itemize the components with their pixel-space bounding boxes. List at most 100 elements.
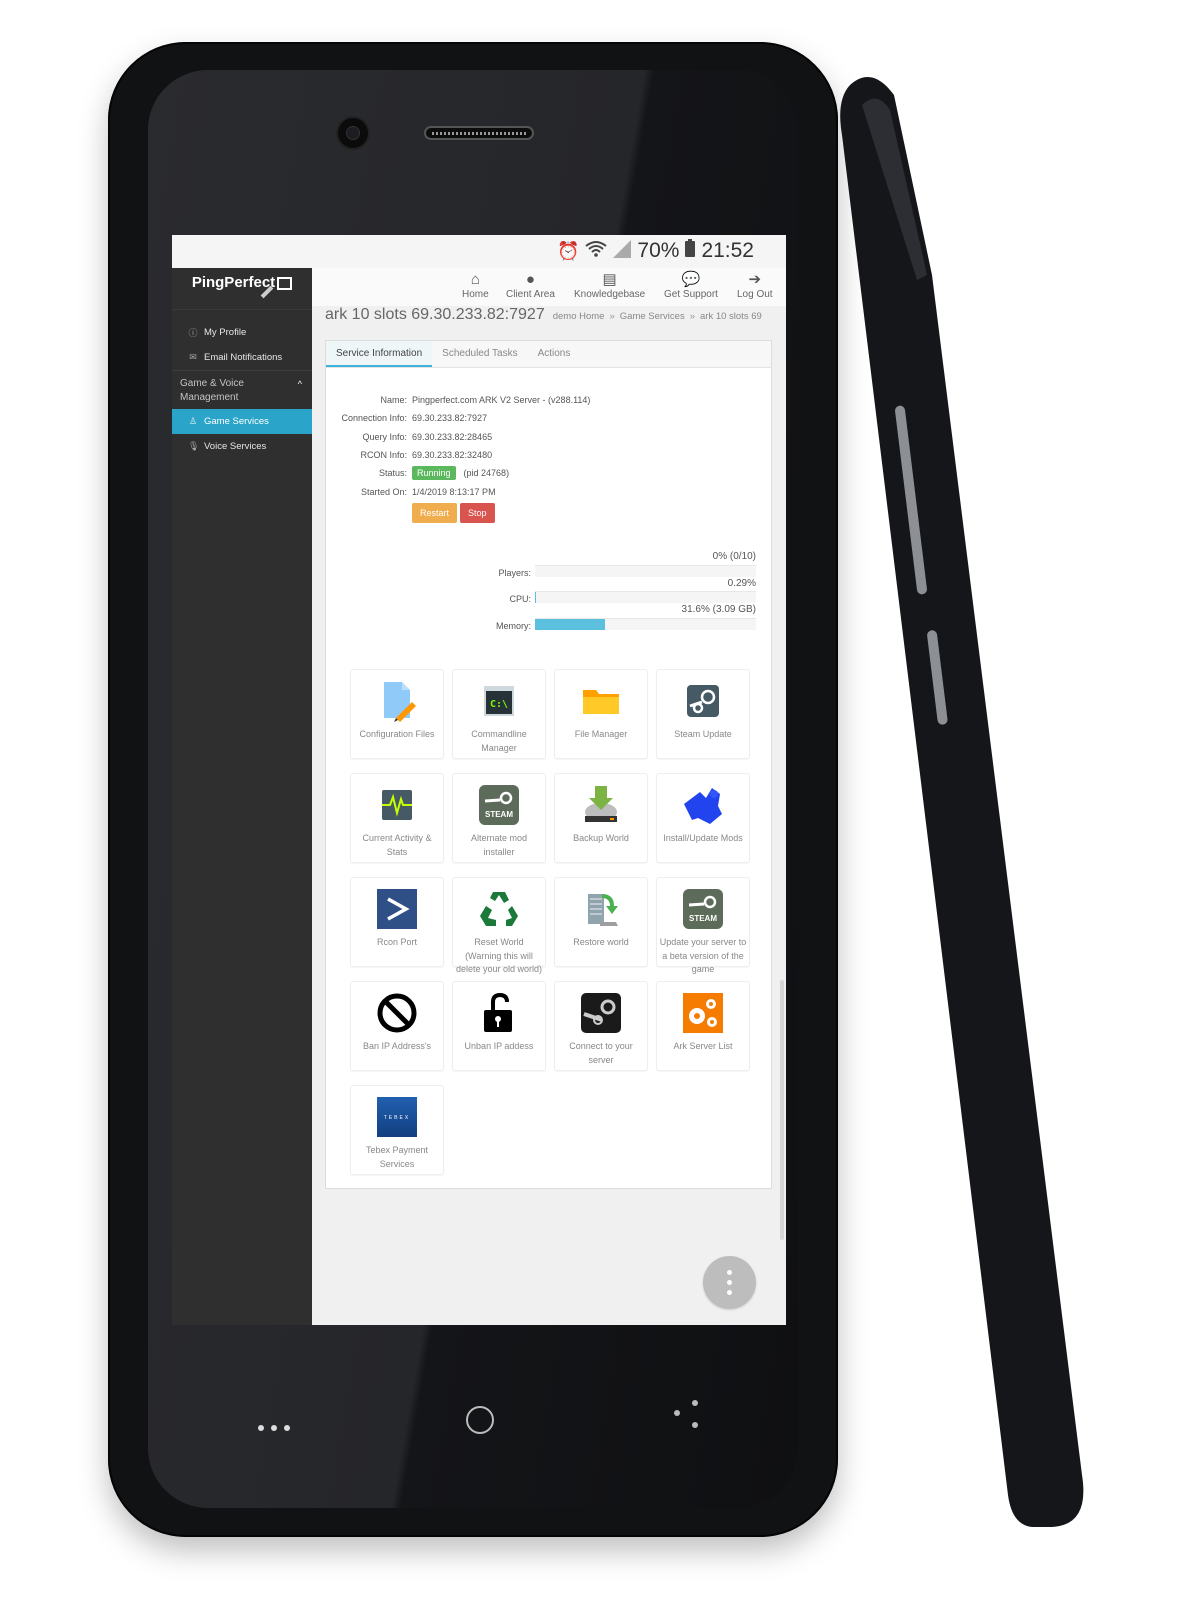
steam-icon: [682, 680, 724, 722]
tile-configuration-files[interactable]: Configuration Files: [350, 669, 444, 759]
chevron-up-icon: ^: [297, 379, 302, 389]
battery-icon: [685, 239, 696, 263]
tab-service-information[interactable]: Service Information: [326, 341, 433, 367]
sidebar-item-my-profile[interactable]: ⓘ My Profile: [172, 320, 312, 345]
cpu-progress-fill: [535, 592, 536, 603]
envelope-icon: ✉: [189, 352, 197, 362]
nav-client-area[interactable]: ● Client Area: [506, 271, 555, 300]
tile-alternate-mod-installer[interactable]: STEAM Alternate mod installer: [452, 773, 546, 863]
phone-side-view: [840, 77, 1084, 1527]
steam-badge-icon: STEAM: [682, 888, 724, 930]
players-progress-bar: [535, 564, 756, 577]
page-scrollbar[interactable]: [780, 980, 784, 1240]
terminal-icon: C:\: [478, 680, 520, 722]
breadcrumb-current: ark 10 slots 69: [700, 311, 762, 322]
chat-icon: 💬: [681, 271, 701, 288]
tile-connect-to-server[interactable]: Connect to your server: [554, 981, 648, 1071]
battery-percent: 70%: [637, 239, 680, 262]
tab-actions[interactable]: Actions: [528, 341, 581, 367]
sidebar-item-voice-services[interactable]: 🎙 Voice Services: [172, 434, 312, 459]
tile-unban-ip[interactable]: Unban IP addess: [452, 981, 546, 1071]
home-icon: ⌂: [470, 271, 480, 288]
page-title: ark 10 slots 69.30.233.82:7927: [325, 306, 545, 323]
powershell-icon: [376, 888, 418, 930]
nav-get-support[interactable]: 💬 Get Support: [664, 271, 718, 300]
nav-home[interactable]: ⌂ Home: [462, 271, 489, 300]
more-options-fab[interactable]: [703, 1256, 756, 1309]
menu-key[interactable]: [258, 1418, 297, 1436]
back-key[interactable]: [672, 1400, 702, 1436]
tile-rcon-port[interactable]: Rcon Port: [350, 877, 444, 967]
steam-connect-icon: [580, 992, 622, 1034]
tile-backup-world[interactable]: Backup World: [554, 773, 648, 863]
tile-file-manager[interactable]: File Manager: [554, 669, 648, 759]
restart-button[interactable]: Restart: [412, 502, 458, 523]
tile-current-activity-stats[interactable]: Current Activity & Stats: [350, 773, 444, 863]
tab-bar: Service Information Scheduled Tasks Acti…: [326, 341, 771, 368]
tile-update-beta-version[interactable]: STEAM Update your server to a beta versi…: [656, 877, 750, 974]
page-header: ark 10 slots 69.30.233.82:7927 demo Home…: [312, 306, 786, 334]
profile-icon: ⓘ: [188, 328, 198, 338]
tab-scheduled-tasks[interactable]: Scheduled Tasks: [432, 341, 527, 367]
signal-icon: [613, 239, 632, 263]
memory-progress-fill: [535, 618, 605, 630]
breadcrumb-home[interactable]: demo Home: [553, 311, 605, 322]
info-row-connection: Connection Info: 69.30.233.82:7927: [341, 413, 488, 424]
mods-puzzle-icon: [682, 784, 724, 826]
status-badge: Running: [412, 466, 456, 481]
microphone-icon: 🎙: [188, 441, 200, 451]
process-id: (pid 24768): [463, 468, 510, 479]
gears-icon: [682, 992, 724, 1034]
memory-progress-bar: [535, 617, 756, 630]
svg-text:STEAM: STEAM: [689, 914, 717, 923]
config-file-icon: [376, 680, 418, 722]
unlock-icon: [478, 992, 520, 1034]
pingperfect-logo[interactable]: PingPerfect: [172, 268, 312, 310]
sidebar-item-game-services[interactable]: ♙ Game Services: [172, 409, 312, 434]
tile-commandline-manager[interactable]: C:\ Commandline Manager: [452, 669, 546, 759]
tile-tebex-payment[interactable]: TEBEX Tebex Payment Services: [350, 1085, 444, 1175]
info-row-status: Status: Running (pid 24768): [378, 466, 510, 481]
cpu-progress-bar: [535, 591, 756, 603]
main-content: ⌂ Home ● Client Area ▤ Knowledgebase 💬 G…: [312, 268, 786, 1325]
tile-ban-ip[interactable]: Ban IP Address's: [350, 981, 444, 1071]
home-key[interactable]: [466, 1406, 494, 1434]
usage-stats: 0% (0/10) Players: 0.29% CPU: 31.6% (3.0…: [466, 551, 756, 631]
tile-reset-world[interactable]: Reset World (Warning this will delete yo…: [452, 877, 546, 974]
svg-text:STEAM: STEAM: [485, 810, 513, 819]
earpiece-speaker: [424, 126, 534, 140]
info-row-started: Started On: 1/4/2019 8:13:17 PM: [360, 486, 496, 497]
breadcrumb-game-services[interactable]: Game Services: [620, 311, 685, 322]
book-icon: ▤: [602, 271, 617, 288]
logo-box-icon: [277, 276, 293, 290]
info-row-query: Query Info: 69.30.233.82:28465: [362, 431, 493, 442]
tebex-icon: TEBEX: [376, 1096, 418, 1138]
activity-icon: [376, 784, 418, 826]
clock: 21:52: [701, 239, 754, 262]
sidebar-item-email-notifications[interactable]: ✉ Email Notifications: [172, 345, 312, 370]
backup-drive-icon: [580, 784, 622, 826]
logout-icon: ➔: [748, 271, 762, 288]
user-icon: ●: [525, 271, 535, 288]
ban-icon: [376, 992, 418, 1034]
wifi-icon: [585, 240, 608, 263]
joystick-icon: ♙: [188, 416, 198, 426]
service-panel: Service Information Scheduled Tasks Acti…: [325, 340, 772, 1189]
server-controls: Restart Stop: [326, 501, 766, 525]
front-camera: [338, 118, 368, 148]
steam-badge-icon: STEAM: [478, 784, 520, 826]
alarm-icon: ⏰: [556, 240, 580, 261]
stat-cpu: 0.29% CPU:: [509, 577, 756, 604]
tile-steam-update[interactable]: Steam Update: [656, 669, 750, 759]
sidebar: PingPerfect ⓘ My Profile ✉ Email Notific…: [172, 268, 312, 1325]
top-navigation: ⌂ Home ● Client Area ▤ Knowledgebase 💬 G…: [312, 268, 786, 306]
stop-button[interactable]: Stop: [460, 502, 495, 523]
tile-restore-world[interactable]: Restore world: [554, 877, 648, 967]
tile-install-update-mods[interactable]: Install/Update Mods: [656, 773, 750, 863]
restore-server-icon: [580, 888, 622, 930]
android-status-bar: ⏰ 70% 21:52: [172, 235, 786, 268]
nav-knowledgebase[interactable]: ▤ Knowledgebase: [574, 271, 645, 300]
nav-log-out[interactable]: ➔ Log Out: [737, 271, 773, 300]
tile-ark-server-list[interactable]: Ark Server List: [656, 981, 750, 1071]
sidebar-group-game-voice[interactable]: Game & Voice Management ^: [172, 370, 312, 409]
